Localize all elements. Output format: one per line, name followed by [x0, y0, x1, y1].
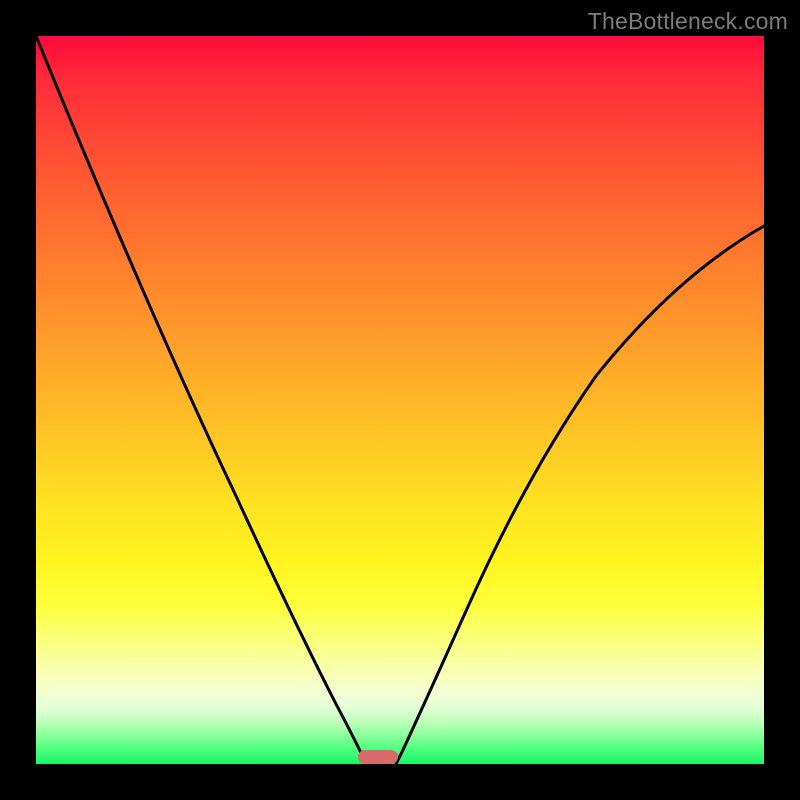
minimum-marker [358, 750, 398, 764]
chart-frame: TheBottleneck.com [0, 0, 800, 800]
curve-right [396, 226, 764, 764]
plot-area [36, 36, 764, 764]
watermark-text: TheBottleneck.com [588, 8, 788, 35]
curve-left [36, 36, 366, 764]
bottleneck-curves [36, 36, 764, 764]
